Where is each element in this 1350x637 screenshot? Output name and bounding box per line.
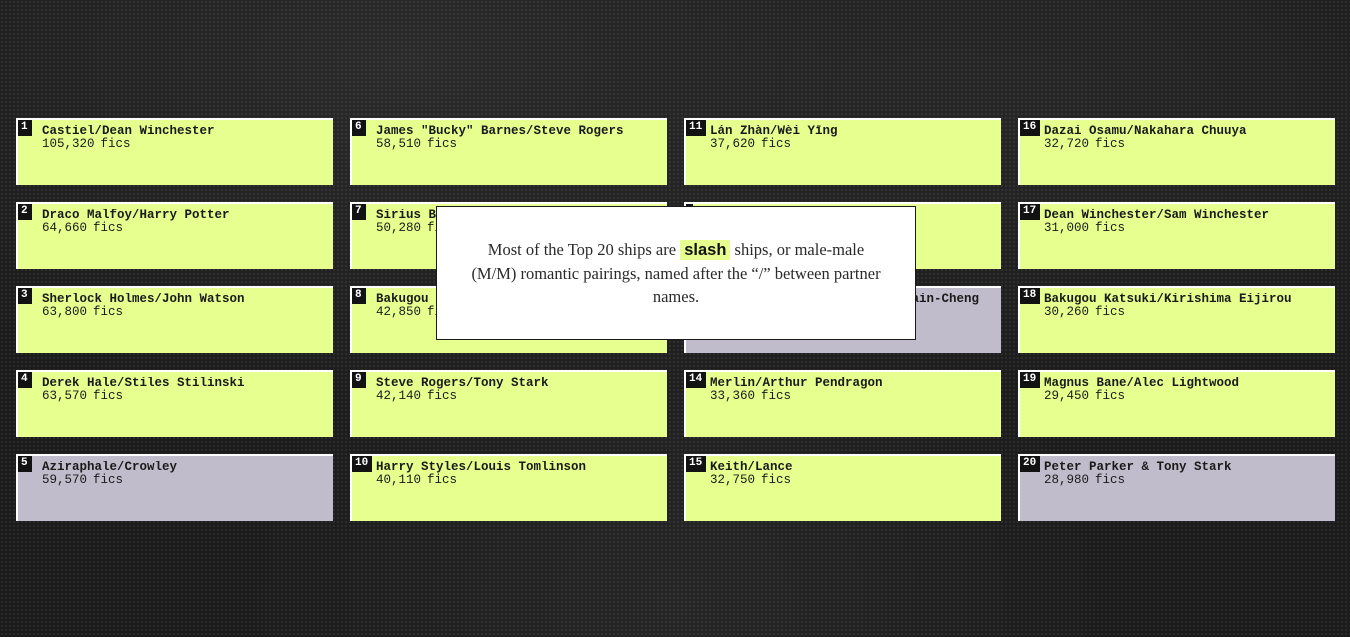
ship-card[interactable]: 1 Castiel/Dean Winchester 105,320 fics — [16, 118, 333, 185]
ship-card[interactable]: 20 Peter Parker & Tony Stark 28,980 fics — [1018, 454, 1335, 521]
rank-badge: 15 — [686, 456, 707, 472]
fics-unit: fics — [427, 137, 458, 151]
fic-count: 29,450 — [1044, 389, 1090, 403]
rank-badge: 19 — [1020, 372, 1041, 388]
fics-unit: fics — [761, 389, 792, 403]
rank-badge: 7 — [352, 204, 366, 220]
fic-count: 63,570 — [42, 389, 88, 403]
slash-highlight-tag: slash — [680, 240, 731, 260]
rank-badge: 14 — [686, 372, 707, 388]
fics-unit: fics — [100, 137, 131, 151]
rank-badge: 11 — [686, 120, 707, 136]
rank-badge: 16 — [1020, 120, 1041, 136]
fic-count: 42,140 — [376, 389, 422, 403]
fic-count: 31,000 — [1044, 221, 1090, 235]
fic-count: 50,280 — [376, 221, 422, 235]
ship-card[interactable]: 10 Harry Styles/Louis Tomlinson 40,110 fi… — [350, 454, 667, 521]
rank-badge: 8 — [352, 288, 366, 304]
rank-badge: 17 — [1020, 204, 1041, 220]
fic-count: 33,360 — [710, 389, 756, 403]
ship-card[interactable]: 15 Keith/Lance 32,750 fics — [684, 454, 1001, 521]
rank-badge: 20 — [1020, 456, 1041, 472]
fic-count: 30,260 — [1044, 305, 1090, 319]
rank-badge: 2 — [18, 204, 32, 220]
fics-unit: fics — [93, 221, 124, 235]
rank-badge: 10 — [352, 456, 373, 472]
ship-card[interactable]: 17 Dean Winchester/Sam Winchester 31,000… — [1018, 202, 1335, 269]
tooltip-text-before: Most of the Top 20 ships are — [487, 240, 677, 259]
fics-unit: fics — [1095, 473, 1126, 487]
ship-card[interactable]: 9 Steve Rogers/Tony Stark 42,140 fics — [350, 370, 667, 437]
rank-badge: 3 — [18, 288, 32, 304]
fic-count: 58,510 — [376, 137, 422, 151]
rank-badge: 1 — [18, 120, 32, 136]
ship-card[interactable]: 16 Dazai Osamu/Nakahara Chuuya 32,720 fic… — [1018, 118, 1335, 185]
ship-card[interactable]: 19 Magnus Bane/Alec Lightwood 29,450 fics — [1018, 370, 1335, 437]
tooltip-text: Most of the Top 20 ships are slash ships… — [467, 238, 885, 308]
fics-unit: fics — [1095, 137, 1126, 151]
fic-count: 40,110 — [376, 473, 422, 487]
fic-count: 32,750 — [710, 473, 756, 487]
fic-count: 63,800 — [42, 305, 88, 319]
ship-card[interactable]: 14 Merlin/Arthur Pendragon 33,360 fics — [684, 370, 1001, 437]
rank-badge: 4 — [18, 372, 32, 388]
fic-count: 42,850 — [376, 305, 422, 319]
fics-unit: fics — [93, 473, 124, 487]
fics-unit: fics — [427, 389, 458, 403]
rank-badge: 18 — [1020, 288, 1041, 304]
fic-count: 37,620 — [710, 137, 756, 151]
ship-card[interactable]: 2 Draco Malfoy/Harry Potter 64,660 fics — [16, 202, 333, 269]
fics-unit: fics — [1095, 221, 1126, 235]
ship-card[interactable]: 6 James "Bucky" Barnes/Steve Rogers 58,5… — [350, 118, 667, 185]
fics-unit: fics — [93, 389, 124, 403]
fics-unit: fics — [93, 305, 124, 319]
fic-count: 28,980 — [1044, 473, 1090, 487]
rank-badge: 9 — [352, 372, 366, 388]
fic-count: 64,660 — [42, 221, 88, 235]
ship-card[interactable]: 5 Aziraphale/Crowley 59,570 fics — [16, 454, 333, 521]
ship-card[interactable]: 3 Sherlock Holmes/John Watson 63,800 fics — [16, 286, 333, 353]
ship-card[interactable]: 4 Derek Hale/Stiles Stilinski 63,570 fics — [16, 370, 333, 437]
fics-unit: fics — [761, 473, 792, 487]
fics-unit: fics — [427, 473, 458, 487]
ship-card[interactable]: 18 Bakugou Katsuki/Kirishima Eijirou 30,… — [1018, 286, 1335, 353]
fics-unit: fics — [1095, 305, 1126, 319]
fic-count: 32,720 — [1044, 137, 1090, 151]
fic-count: 59,570 — [42, 473, 88, 487]
fics-unit: fics — [1095, 389, 1126, 403]
info-tooltip: Most of the Top 20 ships are slash ships… — [436, 206, 916, 340]
ship-card[interactable]: 11 Lán Zhàn/Wèi Yīng 37,620 fics — [684, 118, 1001, 185]
fic-count: 105,320 — [42, 137, 95, 151]
fics-unit: fics — [761, 137, 792, 151]
rank-badge: 6 — [352, 120, 366, 136]
rank-badge: 5 — [18, 456, 32, 472]
